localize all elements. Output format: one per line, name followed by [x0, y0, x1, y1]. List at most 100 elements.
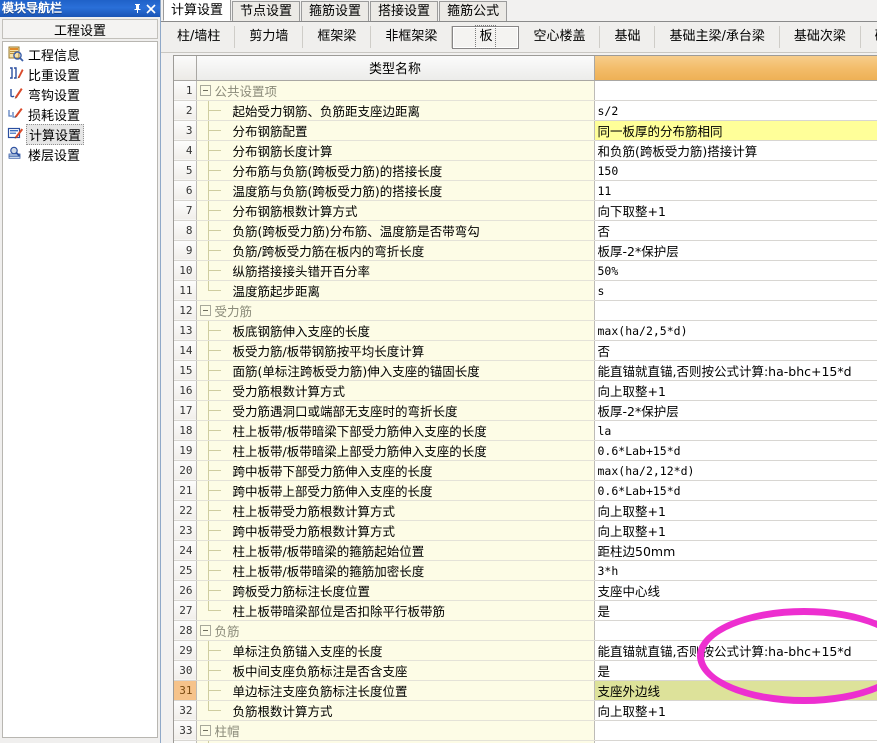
table-row[interactable]: 29 单标注负筋锚入支座的长度 能直锚就直锚,否则按公式计算:ha-bhc+15*d	[174, 640, 877, 661]
value-cell[interactable]: 3*h	[594, 560, 877, 581]
value-cell[interactable]: 支座中心线	[594, 580, 877, 601]
row-number-cell[interactable]: 1	[174, 80, 197, 101]
value-cell[interactable]: max(ha/2,12*d)	[594, 460, 877, 481]
value-cell[interactable]: 距柱边50mm	[594, 540, 877, 561]
table-row[interactable]: 15 面筋(单标注跨板受力筋)伸入支座的锚固长度 能直锚就直锚,否则按公式计算:ha…	[174, 360, 877, 381]
settings-grid[interactable]: 类型名称 1 公共设置项 2 起始受力钢筋、负筋距支座边距离 s/2 3 分布钢筋配置 同一板…	[173, 55, 877, 743]
collapse-expander-icon[interactable]	[199, 624, 211, 636]
sidebar-item-floor-settings[interactable]: 楼层设置	[3, 144, 157, 164]
table-row[interactable]: 23 跨中板带受力筋根数计算方式 向上取整+1	[174, 520, 877, 541]
table-row[interactable]: 17 受力筋遇洞口或端部无支座时的弯折长度 板厚-2*保护层	[174, 400, 877, 421]
value-cell[interactable]: 向下取整+1	[594, 200, 877, 221]
collapse-expander-icon[interactable]	[199, 724, 211, 736]
type-name-cell[interactable]: 柱上板带/板带暗梁上部受力筋伸入支座的长度	[196, 440, 595, 461]
table-row[interactable]: 30 板中间支座负筋标注是否含支座 是	[174, 660, 877, 681]
table-row[interactable]: 28 负筋	[174, 620, 877, 641]
close-icon[interactable]	[144, 1, 158, 16]
type-name-cell[interactable]: 负筋/跨板受力筋在板内的弯折长度	[196, 240, 595, 261]
type-name-cell[interactable]: 柱上板带/板带暗梁的箍筋加密长度	[196, 560, 595, 581]
tab-shear-wall[interactable]: 剪力墙	[235, 26, 304, 48]
row-number-cell[interactable]: 9	[174, 240, 197, 261]
tab-non-frame-beam[interactable]: 非框架梁	[371, 26, 453, 48]
pin-icon[interactable]	[130, 1, 144, 16]
type-name-cell[interactable]: 柱上板带暗梁部位是否扣除平行板带筋	[196, 600, 595, 621]
value-cell[interactable]: 能直锚就直锚,否则按公式计算:ha-bhc+15*d	[594, 640, 877, 661]
value-cell[interactable]: 否	[594, 220, 877, 241]
sidebar-item-calc-settings[interactable]: 计算设置	[3, 123, 157, 145]
type-name-cell[interactable]: 面筋(单标注跨板受力筋)伸入支座的锚固长度	[196, 360, 595, 381]
type-name-cell[interactable]: 分布钢筋配置	[196, 120, 595, 141]
row-number-cell[interactable]: 3	[174, 120, 197, 141]
type-name-cell[interactable]: 柱上板带/板带暗梁的箍筋起始位置	[196, 540, 595, 561]
row-number-cell[interactable]: 17	[174, 400, 197, 421]
table-row[interactable]: 24 柱上板带/板带暗梁的箍筋起始位置 距柱边50mm	[174, 540, 877, 561]
row-number-cell[interactable]: 25	[174, 560, 197, 581]
value-cell[interactable]: 向上取整+1	[594, 380, 877, 401]
value-cell[interactable]: 向上取整+1	[594, 700, 877, 721]
value-cell[interactable]: 同一板厚的分布筋相同	[594, 120, 877, 141]
row-number-cell[interactable]: 15	[174, 360, 197, 381]
type-name-cell[interactable]: 起始受力钢筋、负筋距支座边距离	[196, 100, 595, 121]
type-name-cell[interactable]: 单边标注支座负筋标注长度位置	[196, 680, 595, 701]
value-cell[interactable]: 板厚-2*保护层	[594, 240, 877, 261]
row-number-cell[interactable]: 23	[174, 520, 197, 541]
sidebar-item-project-info[interactable]: 工程信息	[3, 44, 157, 64]
row-number-cell[interactable]: 21	[174, 480, 197, 501]
sidebar-item-weight-settings[interactable]: 比重设置	[3, 64, 157, 84]
row-number-cell[interactable]: 6	[174, 180, 197, 201]
table-row[interactable]: 5 分布筋与负筋(跨板受力筋)的搭接长度 150	[174, 160, 877, 181]
value-cell[interactable]: 向上取整+1	[594, 500, 877, 521]
tab-node-settings[interactable]: 节点设置	[232, 1, 301, 21]
table-row[interactable]: 8 负筋(跨板受力筋)分布筋、温度筋是否带弯勾 否	[174, 220, 877, 241]
row-number-cell[interactable]: 12	[174, 300, 197, 321]
row-number-cell[interactable]: 29	[174, 640, 197, 661]
type-name-cell[interactable]: 柱帽	[196, 720, 595, 741]
type-name-cell[interactable]: 负筋(跨板受力筋)分布筋、温度筋是否带弯勾	[196, 220, 595, 241]
table-row[interactable]: 26 跨板受力筋标注长度位置 支座中心线	[174, 580, 877, 601]
value-cell[interactable]: max(ha/2,5*d)	[594, 320, 877, 341]
table-row[interactable]: 7 分布钢筋根数计算方式 向下取整+1	[174, 200, 877, 221]
collapse-expander-icon[interactable]	[199, 304, 211, 316]
table-row[interactable]: 10 纵筋搭接接头错开百分率 50%	[174, 260, 877, 281]
tab-foundation-main-beam[interactable]: 基础主梁/承台梁	[655, 26, 780, 48]
row-number-cell[interactable]: 30	[174, 660, 197, 681]
type-name-cell[interactable]: 板底钢筋伸入支座的长度	[196, 320, 595, 341]
type-name-cell[interactable]: 跨中板带受力筋根数计算方式	[196, 520, 595, 541]
table-row[interactable]: 9 负筋/跨板受力筋在板内的弯折长度 板厚-2*保护层	[174, 240, 877, 261]
value-cell[interactable]	[594, 300, 877, 321]
row-number-cell[interactable]: 19	[174, 440, 197, 461]
table-row[interactable]: 3 分布钢筋配置 同一板厚的分布筋相同	[174, 120, 877, 141]
column-header-value[interactable]	[594, 56, 877, 81]
value-cell[interactable]: 是	[594, 660, 877, 681]
value-cell[interactable]	[594, 720, 877, 741]
value-cell[interactable]: 支座外边线	[594, 680, 877, 701]
type-name-cell[interactable]: 温度筋起步距离	[196, 280, 595, 301]
sidebar-item-hook-settings[interactable]: 弯钩设置	[3, 84, 157, 104]
type-name-cell[interactable]: 受力筋根数计算方式	[196, 380, 595, 401]
table-row[interactable]: 4 分布钢筋长度计算 和负筋(跨板受力筋)搭接计算	[174, 140, 877, 161]
row-number-cell[interactable]: 32	[174, 700, 197, 721]
value-cell[interactable]: 向上取整+1	[594, 520, 877, 541]
column-header-row-number[interactable]	[174, 56, 197, 81]
table-row[interactable]: 22 柱上板带受力筋根数计算方式 向上取整+1	[174, 500, 877, 521]
table-row[interactable]: 32 负筋根数计算方式 向上取整+1	[174, 700, 877, 721]
tab-foundation[interactable]: 基础	[600, 26, 656, 48]
type-name-cell[interactable]: 分布钢筋长度计算	[196, 140, 595, 161]
type-name-cell[interactable]: 受力筋	[196, 300, 595, 321]
value-cell[interactable]: 板厚-2*保护层	[594, 400, 877, 421]
table-row[interactable]: 14 板受力筋/板带钢筋按平均长度计算 否	[174, 340, 877, 361]
value-cell[interactable]: 150	[594, 160, 877, 181]
type-name-cell[interactable]: 温度筋与负筋(跨板受力筋)的搭接长度	[196, 180, 595, 201]
row-number-cell[interactable]: 31	[174, 680, 197, 701]
row-number-cell[interactable]: 11	[174, 280, 197, 301]
type-name-cell[interactable]: 柱上板带受力筋根数计算方式	[196, 500, 595, 521]
row-number-cell[interactable]: 4	[174, 140, 197, 161]
type-name-cell[interactable]: 负筋根数计算方式	[196, 700, 595, 721]
table-row[interactable]: 21 跨中板带上部受力筋伸入支座的长度 0.6*Lab+15*d	[174, 480, 877, 501]
type-name-cell[interactable]: 公共设置项	[196, 80, 595, 101]
table-row[interactable]: 20 跨中板带下部受力筋伸入支座的长度 max(ha/2,12*d)	[174, 460, 877, 481]
table-row[interactable]: 11 温度筋起步距离 s	[174, 280, 877, 301]
row-number-cell[interactable]: 24	[174, 540, 197, 561]
value-cell[interactable]: 是	[594, 600, 877, 621]
tab-stirrup-settings[interactable]: 箍筋设置	[301, 1, 370, 21]
